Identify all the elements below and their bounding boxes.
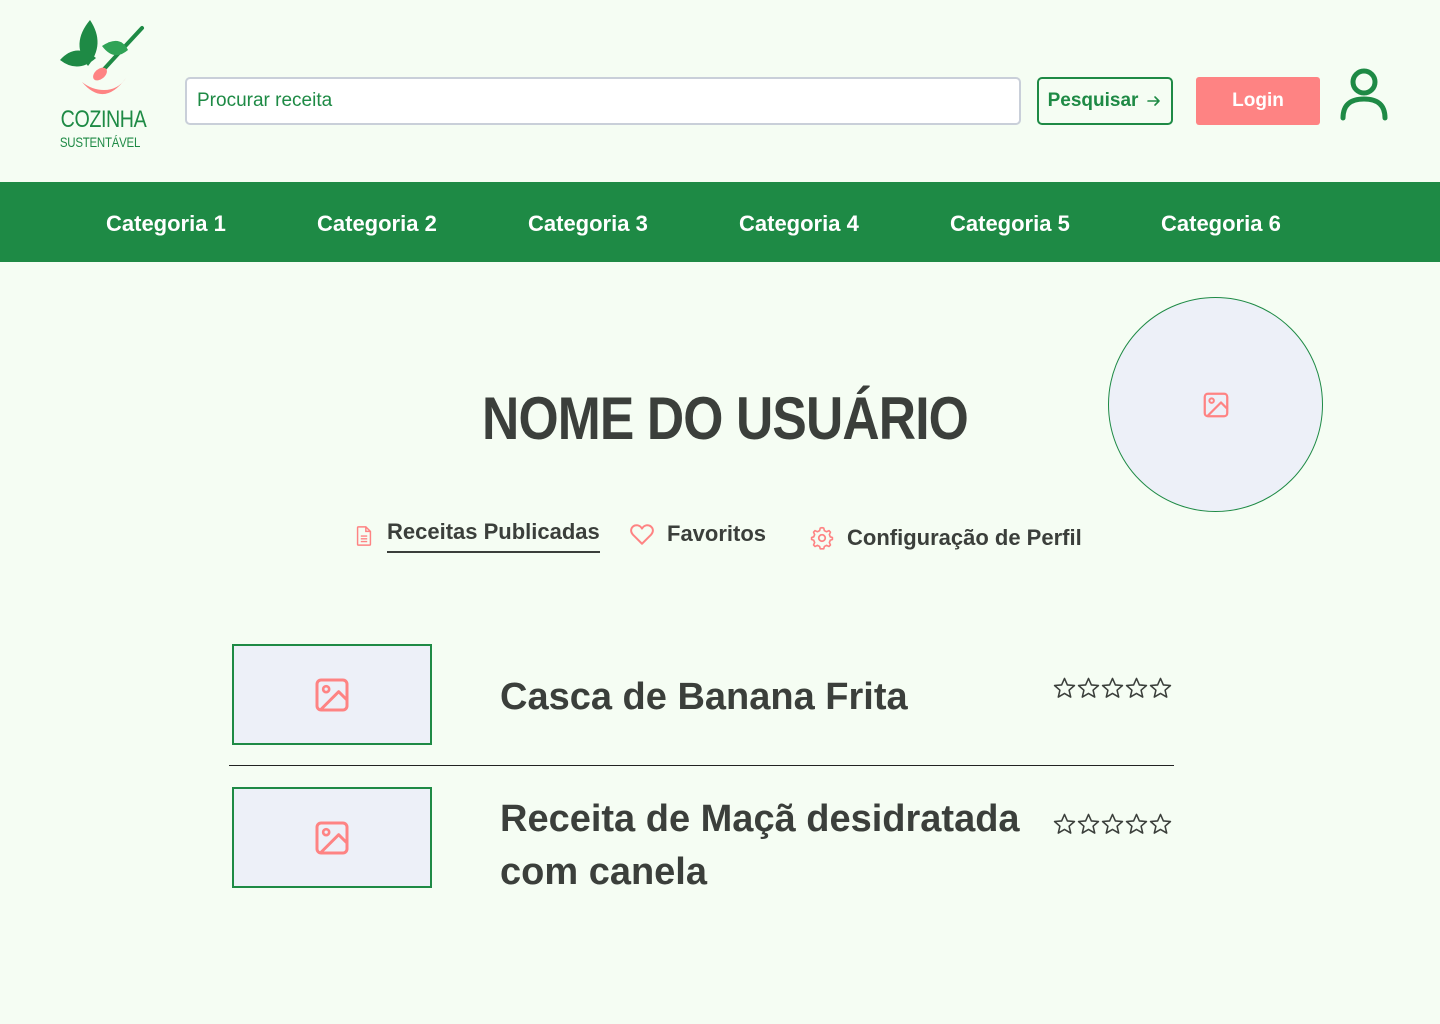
star-icon[interactable] (1125, 813, 1148, 835)
search-input[interactable] (185, 77, 1021, 125)
rating-stars[interactable] (1053, 677, 1172, 699)
recipe-title[interactable]: Receita de Maçã desidratada com canela (500, 793, 1020, 899)
image-placeholder-icon (315, 678, 349, 711)
nav-item-categoria-1[interactable]: Categoria 1 (106, 182, 226, 262)
logo-subtitle: SUSTENTÁVEL (59, 134, 141, 150)
login-button[interactable]: Login (1196, 77, 1320, 125)
star-icon[interactable] (1149, 813, 1172, 835)
header: COZINHA SUSTENTÁVEL Pesquisar Login (0, 0, 1440, 182)
page: COZINHA SUSTENTÁVEL Pesquisar Login Cate… (0, 0, 1440, 1024)
tab-configuracao-de-perfil[interactable]: Configuração de Perfil (809, 525, 1082, 551)
user-icon[interactable] (1338, 68, 1390, 122)
logo[interactable]: COZINHA SUSTENTÁVEL (52, 16, 148, 156)
avatar[interactable] (1108, 297, 1323, 512)
recipe-thumbnail[interactable] (232, 787, 432, 888)
user-name: NOME DO USUÁRIO (482, 385, 969, 452)
divider (229, 765, 1174, 766)
image-placeholder-icon (1203, 392, 1228, 417)
nav-item-categoria-2[interactable]: Categoria 2 (317, 182, 437, 262)
recipe-thumbnail[interactable] (232, 644, 432, 745)
star-icon[interactable] (1077, 813, 1100, 835)
tab-label-receitas-publicadas: Receitas Publicadas (387, 519, 600, 553)
tab-label-configuracao-de-perfil: Configuração de Perfil (847, 525, 1082, 550)
document-icon (356, 526, 372, 546)
nav-item-categoria-3[interactable]: Categoria 3 (528, 182, 648, 262)
nav-item-categoria-6[interactable]: Categoria 6 (1161, 182, 1281, 262)
tab-favoritos[interactable]: Favoritos (629, 521, 766, 547)
star-icon[interactable] (1077, 677, 1100, 699)
search-button-label: Pesquisar (1047, 90, 1139, 111)
star-icon[interactable] (1053, 813, 1076, 835)
heart-icon (630, 524, 654, 545)
star-icon[interactable] (1053, 677, 1076, 699)
star-icon[interactable] (1101, 677, 1124, 699)
nav-item-categoria-5[interactable]: Categoria 5 (950, 182, 1070, 262)
rating-stars[interactable] (1053, 813, 1172, 835)
category-nav: Categoria 1 Categoria 2 Categoria 3 Cate… (0, 182, 1440, 262)
search-button[interactable]: Pesquisar (1037, 77, 1173, 125)
tab-label-favoritos: Favoritos (667, 521, 767, 546)
logo-leaf-icon (60, 20, 144, 95)
nav-item-categoria-4[interactable]: Categoria 4 (739, 182, 859, 262)
tab-receitas-publicadas[interactable]: Receitas Publicadas (353, 519, 600, 553)
gear-icon (810, 526, 834, 550)
recipe-title[interactable]: Casca de Banana Frita (500, 671, 1020, 724)
star-icon[interactable] (1101, 813, 1124, 835)
star-icon[interactable] (1149, 677, 1172, 699)
image-placeholder-icon (315, 821, 349, 854)
star-icon[interactable] (1125, 677, 1148, 699)
logo-title: COZINHA (60, 106, 147, 133)
arrow-right-icon (1147, 96, 1161, 106)
